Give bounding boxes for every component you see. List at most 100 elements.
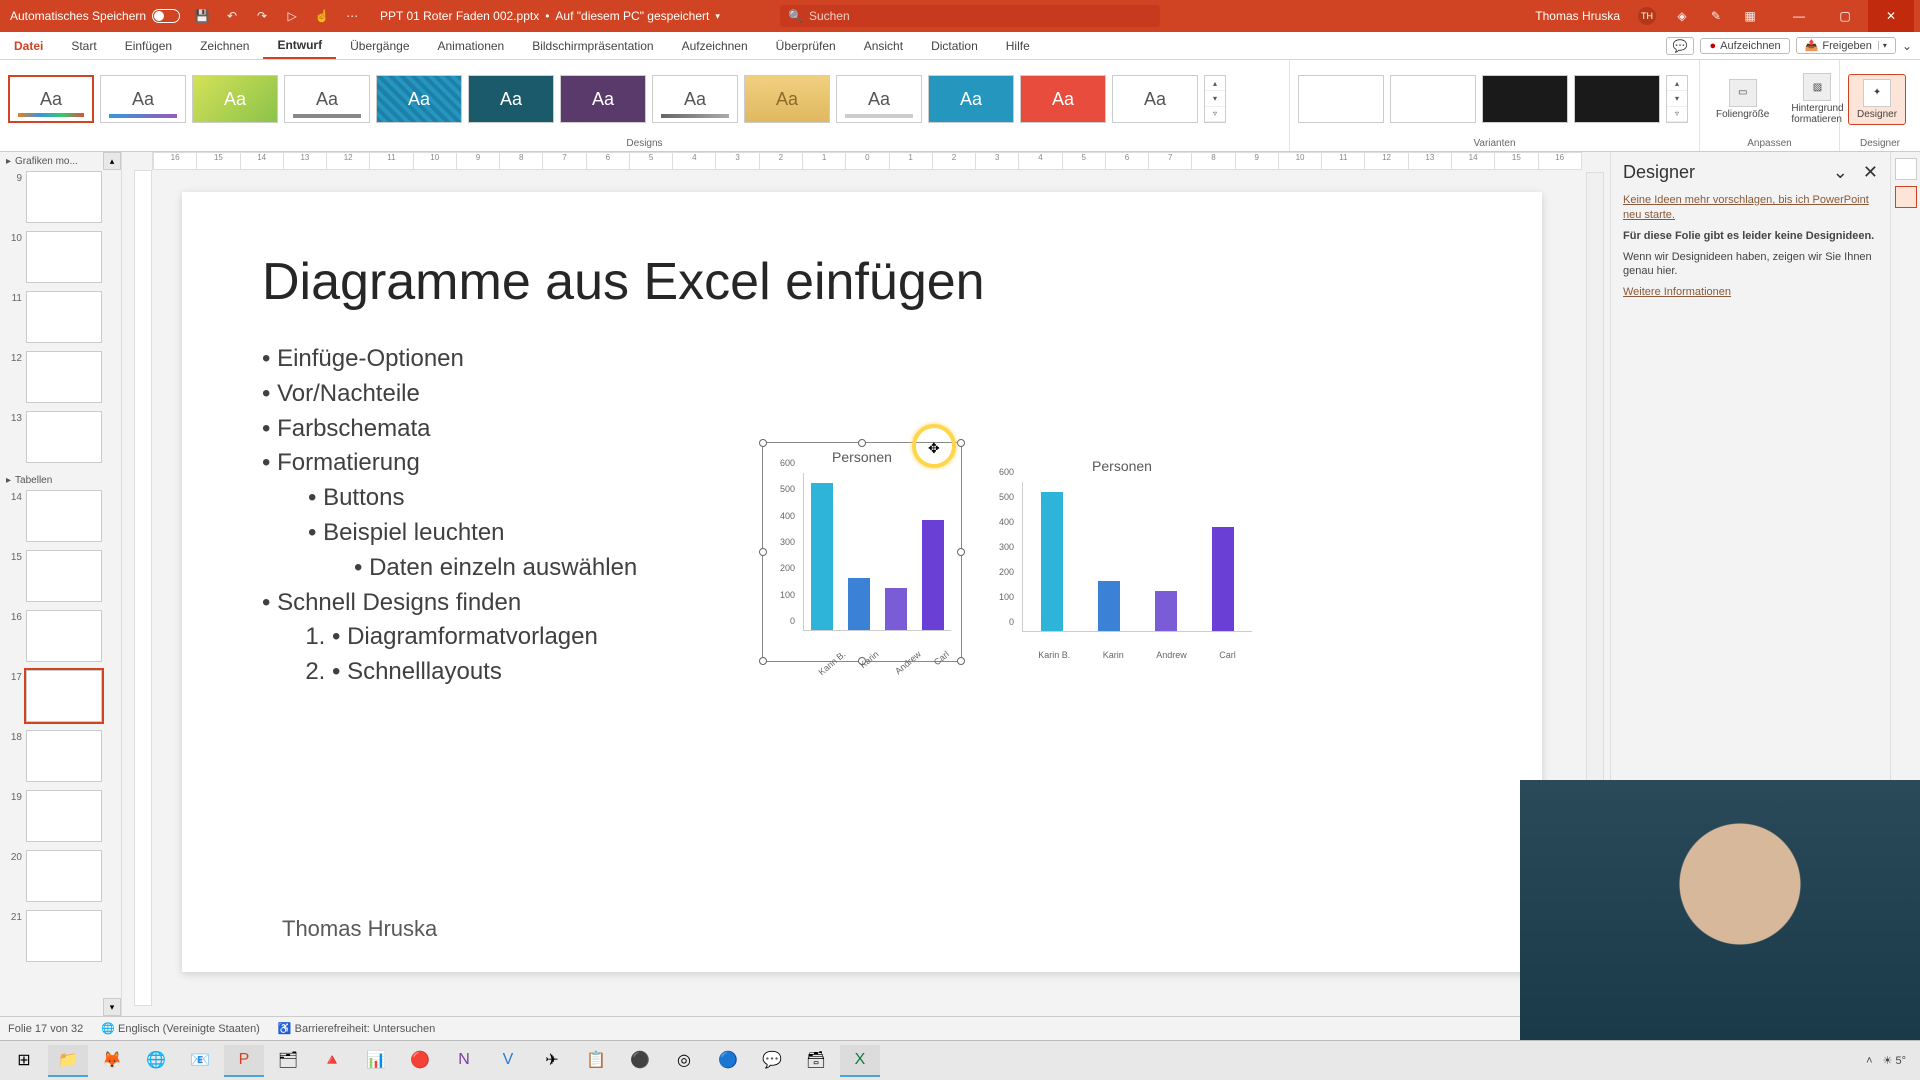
slide-thumb-16[interactable] — [26, 610, 102, 662]
taskbar-obs[interactable]: ⚫ — [620, 1045, 660, 1077]
theme-thumb-0[interactable]: Aa — [8, 75, 94, 123]
theme-thumb-6[interactable]: Aa — [560, 75, 646, 123]
close-button[interactable]: ✕ — [1868, 0, 1914, 32]
taskbar-visio[interactable]: V — [488, 1045, 528, 1077]
taskbar-app1[interactable]: 🗂 — [268, 1045, 308, 1077]
variant-thumb-3[interactable] — [1574, 75, 1660, 123]
slide-thumb-19[interactable] — [26, 790, 102, 842]
user-name[interactable]: Thomas Hruska — [1535, 9, 1620, 23]
taskbar-app3[interactable]: 🔴 — [400, 1045, 440, 1077]
autosave-toggle[interactable]: Automatisches Speichern — [10, 9, 180, 23]
tray-chevron[interactable]: ˄ — [1866, 1055, 1872, 1067]
maximize-button[interactable]: ▢ — [1822, 0, 1868, 32]
tab-bildschirm[interactable]: Bildschirmpräsentation — [518, 32, 667, 59]
tab-dictation[interactable]: Dictation — [917, 32, 992, 59]
taskbar-onenote[interactable]: N — [444, 1045, 484, 1077]
search-input[interactable] — [809, 9, 1152, 23]
taskbar-telegram[interactable]: ✈ — [532, 1045, 572, 1077]
status-accessibility[interactable]: ♿ Barrierefreiheit: Untersuchen — [278, 1022, 435, 1035]
slide-thumb-20[interactable] — [26, 850, 102, 902]
collapse-ribbon-icon[interactable]: ⌄ — [1902, 39, 1912, 53]
variant-thumb-1[interactable] — [1390, 75, 1476, 123]
panel-scroll-down[interactable]: ▾ — [103, 998, 121, 1016]
qat-more-icon[interactable]: ⋯ — [344, 8, 360, 24]
taskbar-outlook[interactable]: 📧 — [180, 1045, 220, 1077]
variant-thumb-0[interactable] — [1298, 75, 1384, 123]
taskbar-firefox[interactable]: 🦊 — [92, 1045, 132, 1077]
designer-collapse-icon[interactable]: ⌄ — [1833, 162, 1848, 182]
slide-thumb-21[interactable] — [26, 910, 102, 962]
designer-more-info-link[interactable]: Weitere Informationen — [1623, 286, 1731, 298]
window-layout-icon[interactable]: ▦ — [1742, 8, 1758, 24]
theme-thumb-11[interactable]: Aa — [1020, 75, 1106, 123]
slide-title[interactable]: Diagramme aus Excel einfügen — [262, 252, 985, 312]
theme-thumb-3[interactable]: Aa — [284, 75, 370, 123]
taskbar-app7[interactable]: 💬 — [752, 1045, 792, 1077]
from-beginning-icon[interactable]: ▷ — [284, 8, 300, 24]
slide-thumb-11[interactable] — [26, 291, 102, 343]
panel-scroll-up[interactable]: ▴ — [103, 152, 121, 170]
designer-suppress-link[interactable]: Keine Ideen mehr vorschlagen, bis ich Po… — [1623, 194, 1869, 221]
tab-ansicht[interactable]: Ansicht — [850, 32, 917, 59]
designer-close-icon[interactable]: ✕ — [1863, 162, 1878, 182]
slide-thumb-14[interactable] — [26, 490, 102, 542]
taskbar-app6[interactable]: 🔵 — [708, 1045, 748, 1077]
comments-icon[interactable]: 💬 — [1666, 37, 1695, 55]
tab-uebergaenge[interactable]: Übergänge — [336, 32, 423, 59]
tab-einfuegen[interactable]: Einfügen — [111, 32, 186, 59]
themes-more[interactable]: ▴▾▿ — [1204, 75, 1226, 123]
redo-icon[interactable]: ↷ — [254, 8, 270, 24]
chart-personen-2[interactable]: Personen 0100200300400500600 Karin B.Kar… — [982, 452, 1262, 662]
status-language[interactable]: 🌐 Englisch (Vereinigte Staaten) — [101, 1022, 260, 1035]
undo-icon[interactable]: ↶ — [224, 8, 240, 24]
slide-thumb-10[interactable] — [26, 231, 102, 283]
variant-thumb-2[interactable] — [1482, 75, 1568, 123]
document-title[interactable]: PPT 01 Roter Faden 002.pptx • Auf "diese… — [380, 9, 720, 23]
share-button[interactable]: 📤Freigeben▾ — [1796, 37, 1896, 54]
taskbar-app2[interactable]: 📊 — [356, 1045, 396, 1077]
tab-animationen[interactable]: Animationen — [424, 32, 519, 59]
siderail-btn-1[interactable] — [1895, 158, 1917, 180]
slide-editor[interactable]: 1615141312111098765432101234567891011121… — [122, 152, 1610, 1016]
theme-thumb-4[interactable]: Aa — [376, 75, 462, 123]
theme-thumb-10[interactable]: Aa — [928, 75, 1014, 123]
tab-datei[interactable]: Datei — [0, 32, 57, 59]
tab-zeichnen[interactable]: Zeichnen — [186, 32, 263, 59]
ink-icon[interactable]: ✎ — [1708, 8, 1724, 24]
slide-thumb-17[interactable] — [26, 670, 102, 722]
record-button[interactable]: ●Aufzeichnen — [1700, 38, 1789, 54]
coming-soon-icon[interactable]: ◈ — [1674, 8, 1690, 24]
tab-entwurf[interactable]: Entwurf — [263, 32, 336, 59]
theme-thumb-9[interactable]: Aa — [836, 75, 922, 123]
theme-thumb-8[interactable]: Aa — [744, 75, 830, 123]
taskbar-vlc[interactable]: 🔺 — [312, 1045, 352, 1077]
taskbar-chrome[interactable]: 🌐 — [136, 1045, 176, 1077]
minimize-button[interactable]: — — [1776, 0, 1822, 32]
chart-personen-1[interactable]: Personen 0100200300400500600 Karin B.Kar… — [762, 442, 962, 662]
tab-aufzeichnen[interactable]: Aufzeichnen — [668, 32, 762, 59]
search-box[interactable]: 🔍 — [780, 5, 1160, 27]
start-button[interactable]: ⊞ — [4, 1045, 44, 1077]
theme-thumb-12[interactable]: Aa — [1112, 75, 1198, 123]
slide-panel[interactable]: ▴ ▸ Grafiken mo... 910111213 ▸ Tabellen … — [0, 152, 122, 1016]
user-avatar[interactable]: TH — [1638, 7, 1656, 25]
slide-thumb-9[interactable] — [26, 171, 102, 223]
taskbar-app8[interactable]: 🗃 — [796, 1045, 836, 1077]
slide-canvas[interactable]: Diagramme aus Excel einfügen Einfüge-Opt… — [182, 192, 1542, 972]
touch-mode-icon[interactable]: ☝ — [314, 8, 330, 24]
taskbar-app5[interactable]: ◎ — [664, 1045, 704, 1077]
tab-start[interactable]: Start — [57, 32, 110, 59]
taskbar-app4[interactable]: 📋 — [576, 1045, 616, 1077]
slide-thumb-12[interactable] — [26, 351, 102, 403]
designer-button[interactable]: ✦Designer — [1848, 74, 1906, 125]
theme-thumb-7[interactable]: Aa — [652, 75, 738, 123]
taskbar-excel[interactable]: X — [840, 1045, 880, 1077]
theme-thumb-5[interactable]: Aa — [468, 75, 554, 123]
tab-ueberpruefen[interactable]: Überprüfen — [762, 32, 850, 59]
theme-thumb-1[interactable]: Aa — [100, 75, 186, 123]
siderail-btn-designer[interactable] — [1895, 186, 1917, 208]
slide-thumb-15[interactable] — [26, 550, 102, 602]
slide-thumb-13[interactable] — [26, 411, 102, 463]
theme-thumb-2[interactable]: Aa — [192, 75, 278, 123]
slide-size-button[interactable]: ▭Foliengröße — [1708, 79, 1777, 120]
